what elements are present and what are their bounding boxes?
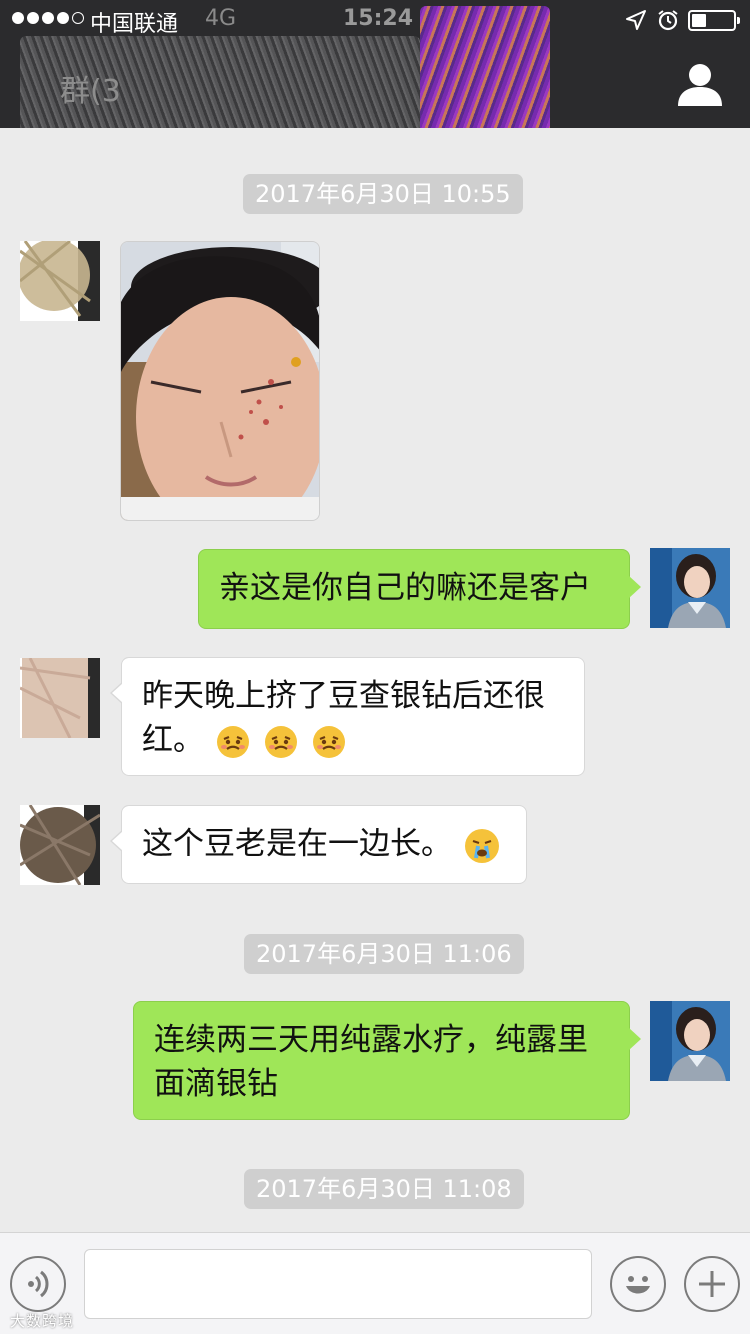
redaction-scribble [420,6,550,128]
alarm-clock-icon [658,10,678,31]
chat-message-list[interactable]: 2017年6月30日 10:55 亲这是你自己的嘛还是客户 昨天晚上挤了豆查银钻… [0,128,750,1232]
avatar[interactable] [20,658,100,738]
chat-input-bar [0,1232,750,1334]
avatar[interactable] [650,1001,730,1081]
avatar[interactable] [20,241,100,321]
chat-bubble-incoming[interactable]: 这个豆老是在一边长。 [110,805,527,884]
grimace-emoji [216,725,249,758]
chat-image[interactable] [120,241,320,521]
plus-icon[interactable] [684,1256,740,1312]
crying-emoji [464,828,499,863]
avatar[interactable] [20,805,100,885]
person-icon[interactable] [676,62,724,106]
message-text: 昨天晚上挤了豆查银钻后还很 [142,678,545,714]
top-bar: 中国联通 4G 15:24 群(3 [0,0,750,128]
message-text: 这个豆老是在一边长。 [142,826,452,862]
status-time: 15:24 [343,6,414,31]
chat-bubble-outgoing[interactable]: 亲这是你自己的嘛还是客户 [198,549,641,629]
timestamp: 2017年6月30日 10:55 [243,174,523,214]
emoji-icon[interactable] [610,1256,666,1312]
voice-icon[interactable] [10,1256,66,1312]
battery-icon [688,10,740,31]
watermark: 大数跨境 [10,1312,75,1330]
message-text: 红。 [142,722,204,758]
message-input[interactable] [84,1249,592,1319]
signal-strength-icon [12,12,84,24]
chat-bubble-outgoing[interactable]: 连续两三天用纯露水疗，纯露里 面滴银钻 [133,1001,641,1120]
timestamp: 2017年6月30日 11:08 [244,1169,524,1209]
avatar[interactable] [650,548,730,628]
carrier-name: 中国联通 [90,12,179,37]
grimace-emoji [264,725,297,758]
timestamp: 2017年6月30日 11:06 [244,934,524,974]
chat-title: 群(3 [60,74,121,109]
network-type: 4G [205,6,237,31]
message-text: 亲这是你自己的嘛还是客户 [219,570,591,606]
status-bar: 中国联通 4G 15:24 [0,0,750,40]
location-arrow-icon [626,10,646,30]
message-text: 连续两三天用纯露水疗，纯露里 [154,1022,588,1058]
chat-bubble-incoming[interactable]: 昨天晚上挤了豆查银钻后还很 红。 [110,657,585,776]
message-text: 面滴银钻 [154,1066,278,1102]
grimace-emoji [312,725,345,758]
